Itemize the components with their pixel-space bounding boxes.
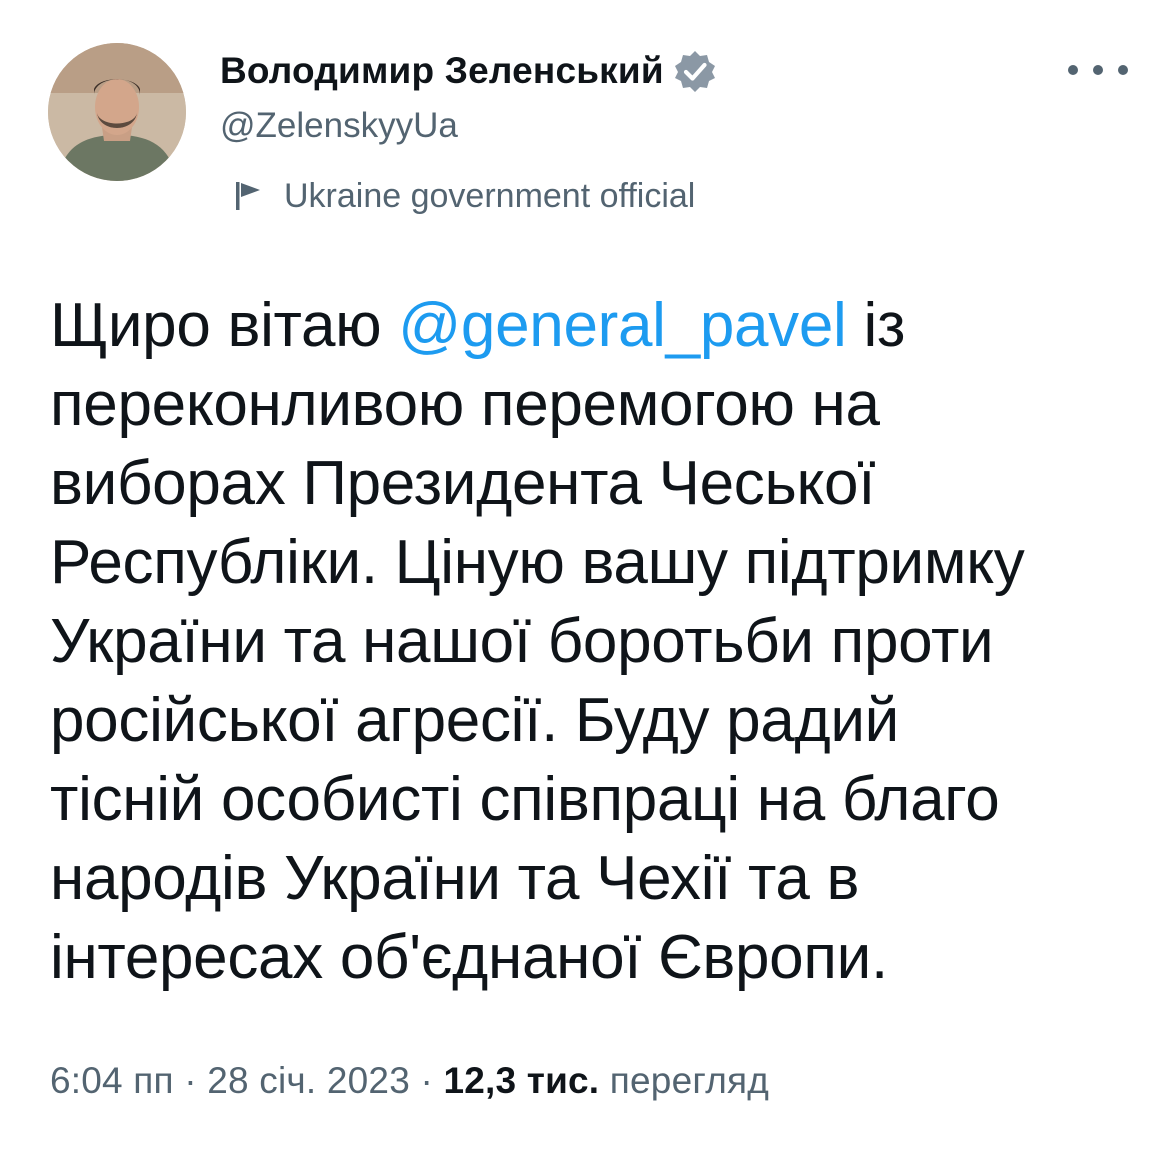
tweet-line: України та нашої боротьби проти <box>50 607 994 676</box>
mention-link[interactable]: @general_pavel <box>398 291 847 360</box>
author-display-name[interactable]: Володимир Зеленський <box>220 50 664 92</box>
tweet-line: виборах Президента Чеської <box>50 449 876 518</box>
more-dot <box>1068 65 1078 75</box>
government-label-text: Ukraine government official <box>284 176 696 215</box>
flag-icon <box>236 182 260 210</box>
tweet-line-text: із <box>846 291 906 360</box>
views-label: перегляд <box>609 1060 770 1101</box>
avatar-photo <box>48 43 186 181</box>
avatar[interactable] <box>48 43 186 181</box>
tweet-date[interactable]: 28 січ. 2023 <box>207 1060 410 1101</box>
tweet-line: Щиро вітаю @general_pavel із <box>50 286 1140 365</box>
meta-separator: · <box>420 1060 433 1101</box>
tweet-line: Республіки. Ціную вашу підтримку <box>50 528 1025 597</box>
meta-separator: · <box>184 1060 197 1101</box>
verified-badge-icon <box>674 51 715 92</box>
more-dot <box>1093 65 1103 75</box>
tweet-line: інтересах об'єднаної Європи. <box>50 923 888 992</box>
more-dot <box>1118 65 1128 75</box>
government-label[interactable]: Ukraine government official <box>232 174 695 218</box>
author-handle[interactable]: @ZelenskyyUa <box>220 106 458 146</box>
tweet-meta: 6:04 пп · 28 січ. 2023 · 12,3 тис. перег… <box>50 1060 769 1102</box>
more-options-icon[interactable] <box>1068 52 1128 88</box>
tweet-line-text: Щиро вітаю <box>50 291 399 360</box>
tweet-line: тісній особисті співпраці на благо <box>50 765 1000 834</box>
author-name-row[interactable]: Володимир Зеленський <box>220 48 718 94</box>
tweet-line: російської агресії. Буду радий <box>50 686 900 755</box>
views-count: 12,3 тис. <box>443 1060 600 1101</box>
tweet-line: народів України та Чехії та в <box>50 844 860 913</box>
tweet-line: переконливою перемогою на <box>50 370 880 439</box>
tweet-time[interactable]: 6:04 пп <box>50 1060 174 1101</box>
tweet-text: Щиро вітаю @general_pavel із переконливо… <box>50 286 1140 997</box>
